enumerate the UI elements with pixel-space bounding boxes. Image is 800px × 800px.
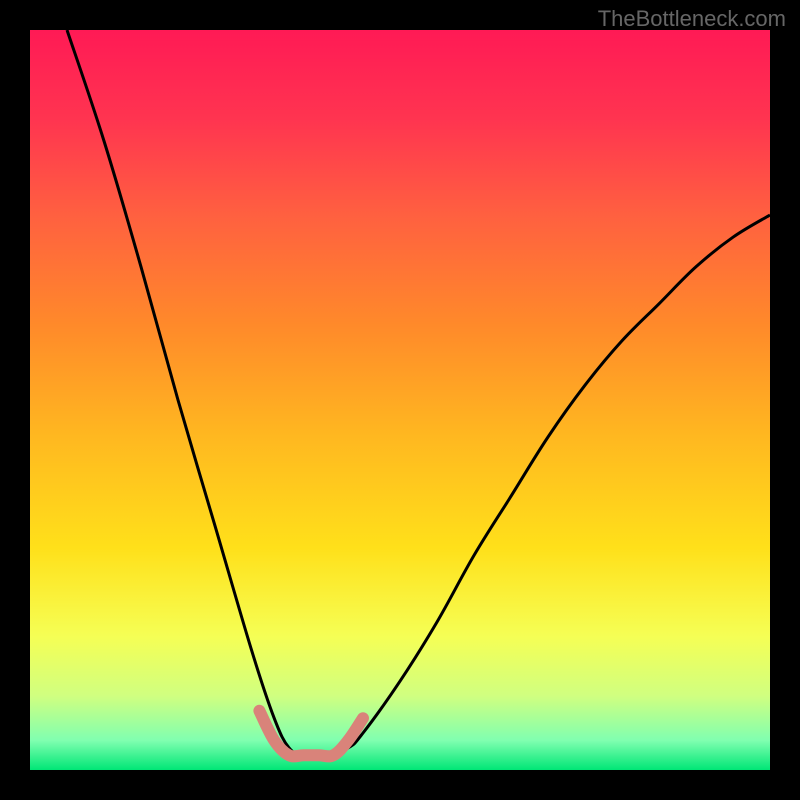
bottleneck-chart bbox=[30, 30, 770, 770]
gradient-background bbox=[30, 30, 770, 770]
chart-svg bbox=[30, 30, 770, 770]
watermark-text: TheBottleneck.com bbox=[598, 6, 786, 32]
